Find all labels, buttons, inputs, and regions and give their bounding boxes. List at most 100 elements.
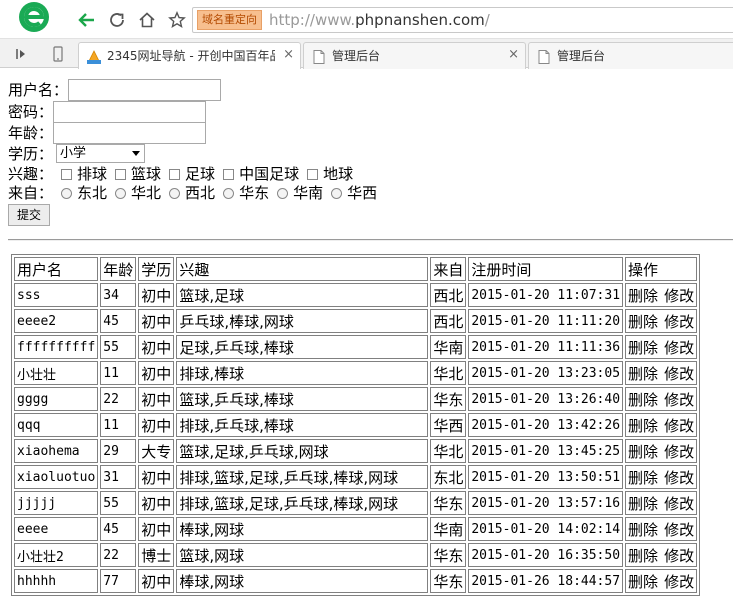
edit-link[interactable]: 修改: [664, 495, 694, 513]
hobby-checkbox[interactable]: [223, 168, 235, 180]
delete-link[interactable]: 删除: [628, 443, 658, 461]
cell-registered: 2015-01-20 13:42:26: [468, 413, 624, 437]
region-radio[interactable]: [115, 187, 127, 199]
region-radio[interactable]: [61, 187, 73, 199]
edit-link[interactable]: 修改: [664, 443, 694, 461]
cell-actions: 删除 修改: [625, 283, 698, 307]
cell-age: 11: [100, 361, 137, 385]
hobby-checkbox[interactable]: [61, 168, 73, 180]
edit-link[interactable]: 修改: [664, 547, 694, 565]
hobby-option-earth[interactable]: 地球: [307, 164, 353, 184]
hobby-checkbox[interactable]: [169, 168, 181, 180]
url-text[interactable]: http://www.phpnanshen.com/: [269, 10, 490, 30]
cell-from: 华东: [430, 387, 467, 411]
star-icon: [168, 11, 186, 28]
hobby-label: 兴趣：: [8, 165, 54, 183]
tab-close-button[interactable]: ×: [508, 48, 519, 62]
delete-link[interactable]: 删除: [628, 339, 658, 357]
hobby-option-label: 篮球: [131, 165, 162, 183]
table-row: 小壮壮2 22 博士 篮球,网球 华东 2015-01-20 16:35:50 删除 修改: [14, 543, 698, 567]
region-radio[interactable]: [277, 187, 289, 199]
submit-button[interactable]: 提交: [8, 204, 50, 226]
cell-actions: 删除 修改: [625, 361, 698, 385]
tab-admin-1[interactable]: 管理后台 ×: [303, 42, 526, 69]
tab-label: 管理后台: [557, 49, 606, 63]
delete-link[interactable]: 删除: [628, 391, 658, 409]
table-row: jjjjj 55 初中 排球,篮球,足球,乒乓球,棒球,网球 华东 2015-01-20 …: [14, 491, 698, 515]
edit-link[interactable]: 修改: [664, 287, 694, 305]
region-option-east[interactable]: 华东: [223, 183, 269, 203]
browser-logo-icon[interactable]: [11, 1, 58, 34]
region-radio[interactable]: [331, 187, 343, 199]
cell-actions: 删除 修改: [625, 335, 698, 359]
sidebar-toggle-button[interactable]: [12, 45, 30, 63]
tab-label: 2345网址导航 - 开创中国百年品: [107, 49, 275, 63]
edit-link[interactable]: 修改: [664, 469, 694, 487]
redirect-badge[interactable]: 域名重定向: [197, 10, 262, 30]
home-button[interactable]: [136, 9, 158, 31]
back-button[interactable]: [76, 9, 98, 31]
cell-education: 初中: [138, 361, 175, 385]
delete-link[interactable]: 删除: [628, 469, 658, 487]
region-option-label: 华南: [293, 184, 324, 202]
region-option-west[interactable]: 华西: [331, 183, 377, 203]
edit-link[interactable]: 修改: [664, 365, 694, 383]
cell-username: sss: [14, 283, 99, 307]
delete-link[interactable]: 删除: [628, 365, 658, 383]
delete-link[interactable]: 删除: [628, 573, 658, 591]
region-option-north[interactable]: 华北: [115, 183, 161, 203]
table-row: gggg 22 初中 篮球,乒乓球,棒球 华东 2015-01-20 13:26:40 删除…: [14, 387, 698, 411]
delete-link[interactable]: 删除: [628, 547, 658, 565]
table-row: sss 34 初中 篮球,足球 西北 2015-01-20 11:07:31 删除 修改: [14, 283, 698, 307]
tab-close-button[interactable]: ×: [283, 48, 294, 62]
region-option-northwest[interactable]: 西北: [169, 183, 215, 203]
hobby-checkbox[interactable]: [307, 168, 319, 180]
region-radio[interactable]: [223, 187, 235, 199]
cell-hobbies: 排球,篮球,足球,乒乓球,棒球,网球: [176, 491, 429, 515]
region-option-south[interactable]: 华南: [277, 183, 323, 203]
cell-from: 华北: [430, 439, 467, 463]
region-option-northeast[interactable]: 东北: [61, 183, 107, 203]
bookmark-button[interactable]: [166, 9, 188, 31]
delete-link[interactable]: 删除: [628, 417, 658, 435]
edit-link[interactable]: 修改: [664, 417, 694, 435]
edit-link[interactable]: 修改: [664, 521, 694, 539]
tab-admin-2[interactable]: 管理后台: [528, 42, 733, 69]
delete-link[interactable]: 删除: [628, 495, 658, 513]
delete-link[interactable]: 删除: [628, 521, 658, 539]
region-radio[interactable]: [169, 187, 181, 199]
hobby-option-chinese-football[interactable]: 中国足球: [223, 164, 299, 184]
arrow-left-icon: [78, 13, 94, 27]
password-input[interactable]: [53, 101, 207, 123]
cell-education: 初中: [138, 491, 175, 515]
cell-age: 55: [100, 335, 137, 359]
column-header-hobbies: 兴趣: [176, 257, 429, 281]
edit-link[interactable]: 修改: [664, 573, 694, 591]
education-select[interactable]: 小学: [56, 144, 145, 163]
hobby-option-basketball[interactable]: 篮球: [115, 164, 161, 184]
hobby-checkbox[interactable]: [115, 168, 127, 180]
phone-icon: [53, 46, 63, 62]
hobby-option-volleyball[interactable]: 排球: [61, 164, 107, 184]
username-input[interactable]: [68, 79, 222, 101]
address-bar[interactable]: 域名重定向 http://www.phpnanshen.com/: [192, 7, 733, 33]
edit-link[interactable]: 修改: [664, 313, 694, 331]
cell-actions: 删除 修改: [625, 517, 698, 541]
education-row: 学历： 小学: [8, 144, 168, 164]
reload-button[interactable]: [106, 9, 128, 31]
device-button[interactable]: [49, 45, 67, 63]
username-label: 用户名：: [8, 81, 69, 99]
hobby-option-football[interactable]: 足球: [169, 164, 215, 184]
tab-2345[interactable]: 2345网址导航 - 开创中国百年品 ×: [78, 42, 301, 69]
cell-age: 55: [100, 491, 137, 515]
cell-from: 华东: [430, 491, 467, 515]
edit-link[interactable]: 修改: [664, 339, 694, 357]
age-input[interactable]: [53, 122, 207, 144]
cell-hobbies: 排球,篮球,足球,乒乓球,棒球,网球: [176, 465, 429, 489]
delete-link[interactable]: 删除: [628, 313, 658, 331]
cell-registered: 2015-01-26 18:44:57: [468, 569, 624, 593]
delete-link[interactable]: 删除: [628, 287, 658, 305]
cell-username: xiaoluotuo: [14, 465, 99, 489]
cell-education: 初中: [138, 335, 175, 359]
edit-link[interactable]: 修改: [664, 391, 694, 409]
